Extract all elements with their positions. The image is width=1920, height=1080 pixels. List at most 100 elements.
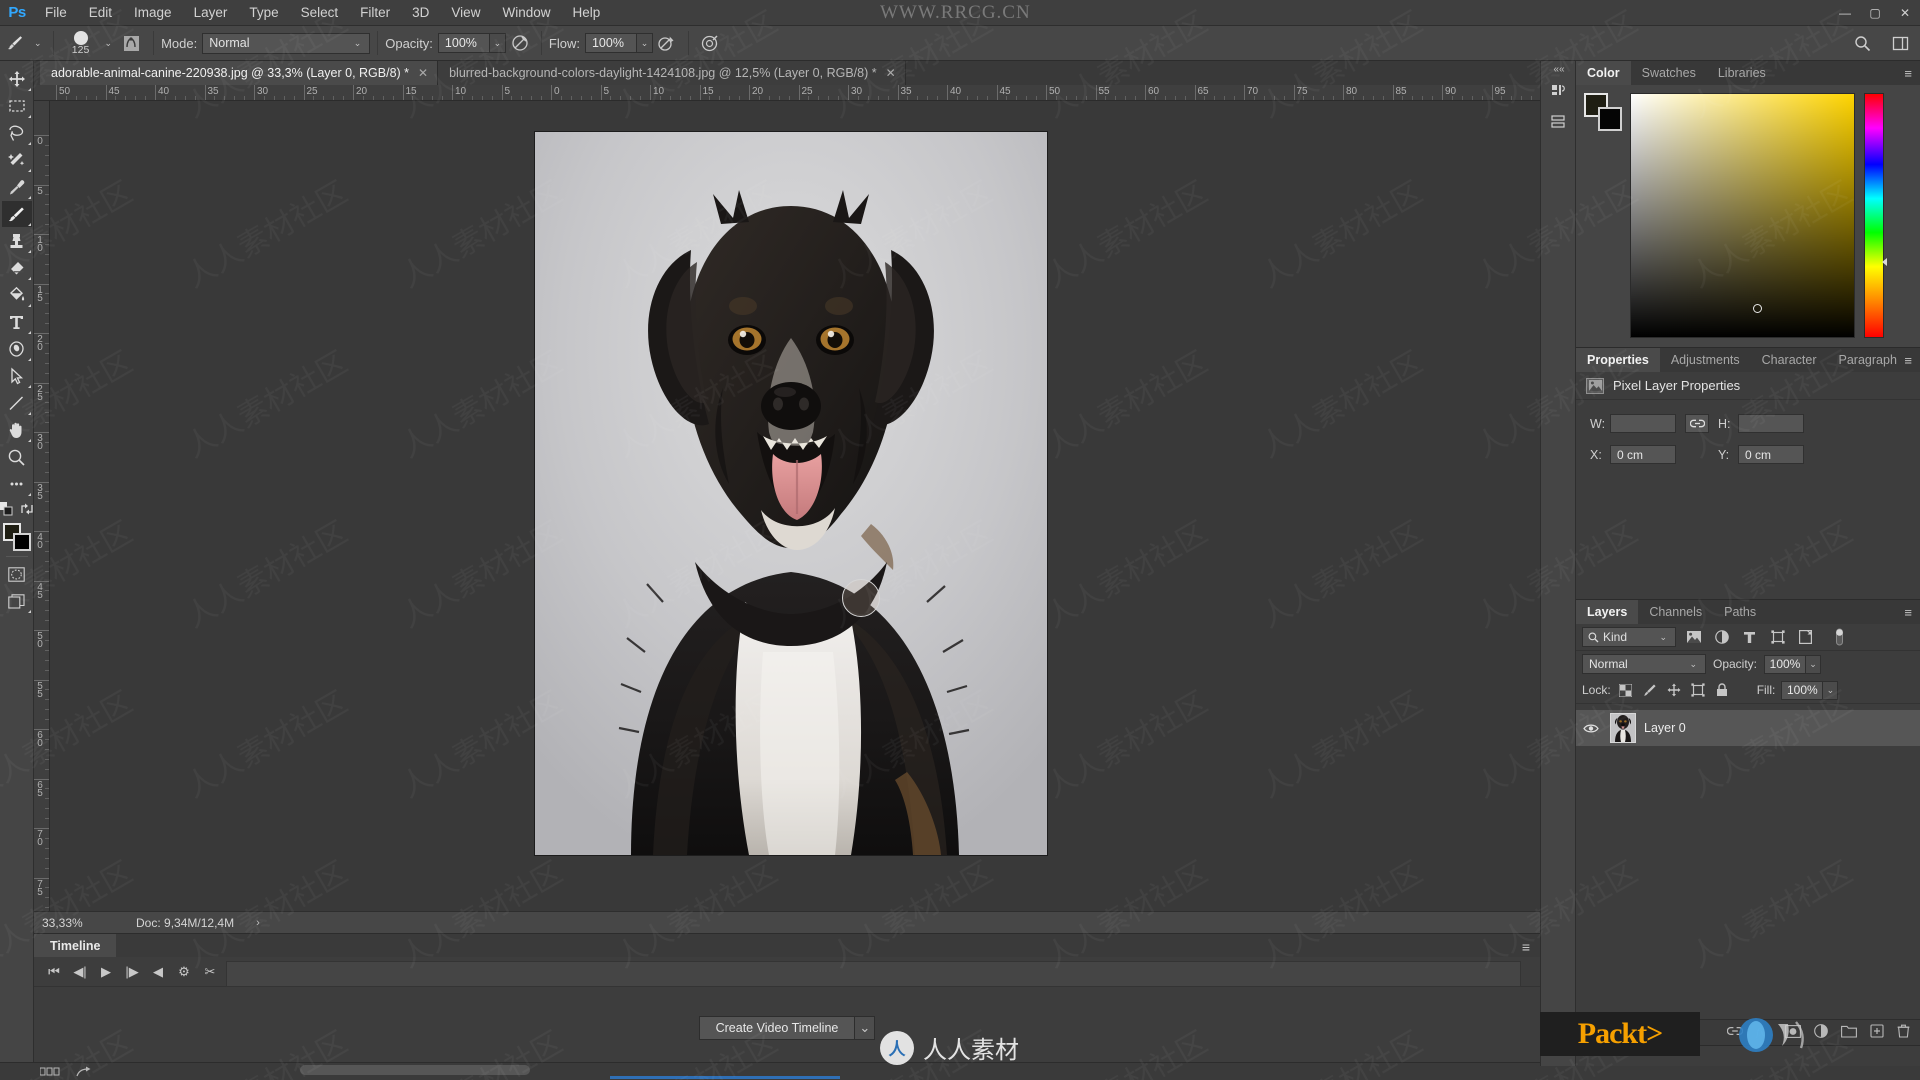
pixel-filter-icon[interactable] [1683, 627, 1704, 647]
eraser-tool[interactable] [2, 255, 32, 281]
clone-stamp-tool[interactable] [2, 228, 32, 254]
lock-transparency-icon[interactable] [1617, 681, 1635, 699]
quick-mask-icon[interactable] [2, 561, 32, 587]
close-icon[interactable]: ✕ [886, 66, 896, 80]
paint-bucket-tool[interactable] [2, 282, 32, 308]
hand-tool[interactable] [2, 417, 32, 443]
flow-control[interactable]: 100% ⌄ [584, 33, 653, 53]
brush-tool-preset-caret[interactable]: ⌄ [30, 38, 46, 49]
close-button[interactable]: ✕ [1890, 0, 1920, 26]
horizontal-ruler[interactable]: 50 45 40 35 30 25 20 15 10 5 0 5 10 15 20 25 30 35 40 45 50 5… [34, 85, 1540, 101]
flow-value[interactable]: 100% [584, 33, 637, 53]
lock-image-icon[interactable] [1641, 681, 1659, 699]
opacity-value[interactable]: 100% [437, 33, 490, 53]
link-chain-icon[interactable] [1685, 414, 1709, 433]
tab-layers[interactable]: Layers [1576, 600, 1639, 624]
minimize-button[interactable]: — [1830, 0, 1860, 26]
timeline-horizontal-scrollbar[interactable] [300, 1065, 530, 1075]
next-frame-button[interactable]: |▶ [120, 961, 144, 983]
airbrush-icon[interactable] [506, 30, 534, 56]
type-tool[interactable] [2, 309, 32, 335]
layers-panel-menu-icon[interactable]: ≡ [1904, 605, 1912, 620]
lock-artboard-icon[interactable] [1689, 681, 1707, 699]
default-colors-icon[interactable] [0, 501, 14, 517]
magic-wand-tool[interactable] [2, 147, 32, 173]
maximize-button[interactable]: ▢ [1860, 0, 1890, 26]
delete-layer-icon[interactable] [1897, 1024, 1910, 1041]
opacity-slider-caret-icon[interactable]: ⌄ [1806, 654, 1822, 674]
rectangular-marquee-tool[interactable] [2, 93, 32, 119]
background-color-swatch[interactable] [12, 533, 31, 551]
timeline-panel-menu-icon[interactable]: ≡ [1522, 939, 1530, 955]
symmetry-icon[interactable] [696, 30, 724, 56]
document-canvas[interactable] [535, 132, 1047, 855]
menu-item-type[interactable]: Type [238, 0, 289, 26]
close-icon[interactable]: ✕ [418, 66, 428, 80]
previous-frame-button[interactable]: ◀| [68, 961, 92, 983]
search-icon[interactable] [1848, 30, 1876, 56]
play-button[interactable]: ▶ [94, 961, 118, 983]
blend-mode-select[interactable]: Normal ⌄ [202, 32, 371, 54]
fill-slider-caret-icon[interactable]: ⌄ [1823, 680, 1839, 700]
brush-tool-icon[interactable] [0, 29, 30, 57]
hue-slider-marker[interactable] [1882, 258, 1887, 266]
tab-swatches[interactable]: Swatches [1631, 61, 1707, 85]
menu-item-edit[interactable]: Edit [78, 0, 123, 26]
smoothing-icon[interactable] [653, 30, 681, 56]
tab-properties[interactable]: Properties [1576, 348, 1660, 372]
swap-colors-icon[interactable] [19, 501, 35, 517]
layer-name[interactable]: Layer 0 [1644, 721, 1686, 735]
menu-item-window[interactable]: Window [491, 0, 561, 26]
tab-channels[interactable]: Channels [1638, 600, 1713, 624]
opacity-control[interactable]: 100% ⌄ [437, 33, 506, 53]
lasso-tool[interactable] [2, 120, 32, 146]
status-expand-icon[interactable]: › [234, 917, 260, 929]
menu-item-layer[interactable]: Layer [183, 0, 239, 26]
layer-filter-kind-select[interactable]: Kind ⌄ [1582, 627, 1676, 647]
brush-settings-panel-icon[interactable] [116, 29, 146, 57]
edit-toolbar-ellipsis-icon[interactable] [2, 471, 32, 497]
vertical-ruler[interactable]: 0 5 10 15 20 25 30 35 40 45 50 55 60 65 70 75 [34, 101, 50, 911]
color-panel-menu-icon[interactable]: ≡ [1904, 66, 1912, 81]
tab-adjustments[interactable]: Adjustments [1660, 348, 1751, 372]
color-swatches[interactable] [2, 522, 32, 552]
split-clip-icon[interactable]: ✂ [198, 961, 222, 983]
color-picker-marker[interactable] [1753, 304, 1762, 313]
go-to-first-frame-button[interactable]: ⏮ [42, 961, 66, 983]
brush-size-preview[interactable]: 125 [61, 27, 101, 59]
timeline-track[interactable] [226, 961, 1521, 987]
tab-character[interactable]: Character [1751, 348, 1828, 372]
tab-color[interactable]: Color [1576, 61, 1631, 85]
tab-timeline[interactable]: Timeline [34, 934, 117, 957]
tab-paths[interactable]: Paths [1713, 600, 1767, 624]
filter-toggle-icon[interactable] [1829, 627, 1850, 647]
path-selection-tool[interactable] [2, 363, 32, 389]
layer-visibility-eye-icon[interactable] [1580, 723, 1602, 734]
brush-preset-picker-caret[interactable]: ⌄ [101, 38, 117, 49]
y-input[interactable]: 0 cm [1738, 445, 1804, 464]
zoom-tool[interactable] [2, 444, 32, 470]
menu-item-help[interactable]: Help [561, 0, 611, 26]
new-layer-icon[interactable] [1870, 1024, 1884, 1041]
layer-row[interactable]: Layer 0 [1576, 710, 1920, 746]
eyedropper-tool[interactable] [2, 174, 32, 200]
opacity-caret-icon[interactable]: ⌄ [489, 33, 506, 53]
layer-comps-icon[interactable] [1541, 107, 1577, 137]
collapse-panels-icon[interactable]: «« [1541, 61, 1577, 77]
pen-tool[interactable] [2, 336, 32, 362]
workspace-icon[interactable] [1886, 30, 1914, 56]
tab-paragraph[interactable]: Paragraph [1828, 348, 1908, 372]
properties-panel-menu-icon[interactable]: ≡ [1904, 353, 1912, 368]
settings-gear-icon[interactable]: ⚙ [172, 961, 196, 983]
menu-item-select[interactable]: Select [290, 0, 350, 26]
smart-object-filter-icon[interactable] [1795, 627, 1816, 647]
shape-filter-icon[interactable] [1767, 627, 1788, 647]
layer-blend-mode-select[interactable]: Normal ⌄ [1582, 654, 1706, 674]
new-group-icon[interactable] [1841, 1025, 1857, 1041]
document-tab-secondary[interactable]: blurred-background-colors-daylight-14241… [438, 61, 906, 85]
type-filter-icon[interactable] [1739, 627, 1760, 647]
brush-tool[interactable] [1, 201, 32, 227]
menu-item-view[interactable]: View [440, 0, 491, 26]
color-picker-field[interactable] [1630, 93, 1855, 338]
adjustment-filter-icon[interactable] [1711, 627, 1732, 647]
